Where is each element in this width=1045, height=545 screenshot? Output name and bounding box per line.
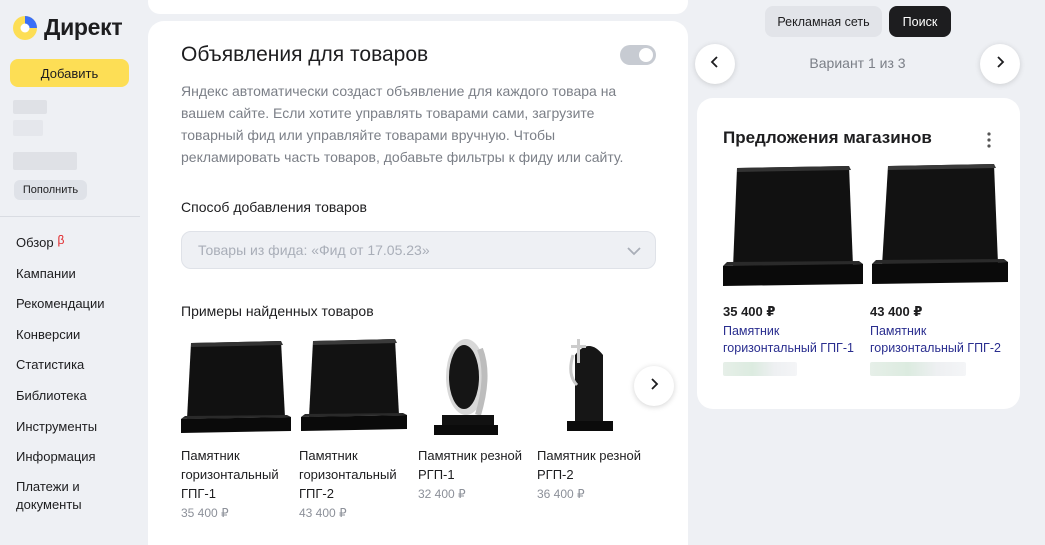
sidebar-item-label: Информация [16, 449, 96, 465]
preview-title: Предложения магазинов [723, 128, 932, 147]
toggle-knob [639, 48, 653, 62]
product-info: Памятник горизонтальный ГПГ-1 35 400 ₽ [181, 446, 291, 523]
sidebar-item-label: Статистика [16, 357, 85, 373]
variant-prev-button[interactable] [695, 44, 735, 84]
account-info-blurred-2 [13, 120, 43, 136]
product-image [299, 335, 409, 440]
logo[interactable]: Директ [12, 14, 123, 41]
offer-link[interactable]: Памятник горизонтальный ГПГ-1 [723, 323, 863, 357]
sidebar-item-label: Обзор [16, 235, 54, 250]
offer-card[interactable]: 35 400 ₽ Памятник горизонтальный ГПГ-1 [723, 158, 863, 376]
product-price: 36 400 ₽ [537, 487, 585, 501]
product-name: Памятник горизонтальный ГПГ-1 [181, 448, 279, 501]
chevron-down-icon [625, 242, 643, 263]
product-info: Памятник резной РГП-2 36 400 ₽ [537, 446, 647, 504]
product-ads-card: Объявления для товаров Яндекс автоматиче… [148, 21, 688, 545]
add-button[interactable]: Добавить [10, 59, 129, 87]
product-price: 35 400 ₽ [181, 506, 229, 520]
tab-search[interactable]: Поиск [889, 6, 951, 37]
product-image [537, 335, 647, 440]
chevron-right-icon [647, 377, 661, 396]
balance-blurred [13, 152, 77, 170]
product-card[interactable]: Памятник резной РГП-1 32 400 ₽ [418, 335, 528, 501]
offer-card[interactable]: 43 400 ₽ Памятник горизонтальный ГПГ-2 [870, 158, 1010, 376]
sidebar-item-payments[interactable]: Платежи и документы [16, 478, 116, 518]
offer-image [870, 158, 1010, 296]
method-select[interactable]: Товары из фида: «Фид от 17.05.23» [181, 231, 656, 269]
account-info-blurred [13, 100, 47, 114]
more-vertical-icon[interactable] [987, 132, 991, 153]
product-name: Памятник горизонтальный ГПГ-2 [299, 448, 397, 501]
sidebar-item-recommendations[interactable]: Рекомендации [16, 294, 116, 325]
product-price: 43 400 ₽ [299, 506, 347, 520]
sidebar-item-tools[interactable]: Инструменты [16, 417, 116, 448]
examples-label: Примеры найденных товаров [181, 303, 374, 319]
product-name: Памятник резной РГП-1 [418, 448, 523, 482]
product-image [418, 335, 528, 440]
sidebar-item-campaigns[interactable]: Кампании [16, 264, 116, 295]
sidebar-divider [0, 216, 140, 217]
sidebar-item-conversions[interactable]: Конверсии [16, 325, 116, 356]
sidebar-item-overview[interactable]: Обзор β [16, 233, 116, 264]
topup-button[interactable]: Пополнить [14, 180, 87, 200]
sidebar-item-label: Кампании [16, 265, 76, 281]
product-info: Памятник резной РГП-1 32 400 ₽ [418, 446, 528, 504]
previous-card [148, 0, 688, 14]
sidebar: Директ Добавить Пополнить Обзор β Кампан… [0, 0, 140, 545]
sidebar-item-statistics[interactable]: Статистика [16, 355, 116, 386]
method-select-value: Товары из фида: «Фид от 17.05.23» [198, 242, 430, 258]
ad-preview-card: Предложения магазинов 35 400 ₽ Памятник … [697, 98, 1020, 409]
sidebar-item-label: Рекомендации [16, 296, 105, 312]
sidebar-item-information[interactable]: Информация [16, 447, 116, 478]
sidebar-item-label: Инструменты [16, 418, 98, 434]
product-ads-toggle[interactable] [620, 45, 656, 65]
sidebar-item-label: Библиотека [16, 387, 87, 403]
logo-text: Директ [44, 14, 123, 40]
variant-counter: Вариант 1 из 3 [809, 55, 906, 71]
beta-badge: β [57, 233, 65, 247]
sidebar-item-label: Конверсии [16, 326, 81, 342]
chevron-right-icon [993, 55, 1007, 74]
offer-price: 43 400 ₽ [870, 304, 923, 319]
method-label: Способ добавления товаров [181, 199, 367, 215]
offer-store-blurred [870, 362, 966, 376]
offer-store-blurred [723, 362, 797, 376]
product-price: 32 400 ₽ [418, 487, 466, 501]
products-next-button[interactable] [634, 366, 674, 406]
offer-image [723, 158, 863, 296]
offer-price: 35 400 ₽ [723, 304, 776, 319]
chevron-left-icon [708, 55, 722, 74]
product-image [181, 335, 291, 440]
sidebar-item-label: Платежи и документы [16, 478, 82, 512]
direct-logo-icon [12, 15, 38, 41]
product-name: Памятник резной РГП-2 [537, 448, 642, 482]
offer-link[interactable]: Памятник горизонтальный ГПГ-2 [870, 323, 1010, 357]
product-info: Памятник горизонтальный ГПГ-2 43 400 ₽ [299, 446, 409, 523]
product-card[interactable]: Памятник горизонтальный ГПГ-1 35 400 ₽ [181, 335, 291, 520]
sidebar-nav: Обзор β Кампании Рекомендации Конверсии … [16, 233, 116, 518]
product-card[interactable]: Памятник резной РГП-2 36 400 ₽ [537, 335, 647, 501]
card-title: Объявления для товаров [181, 43, 429, 66]
tab-network[interactable]: Рекламная сеть [765, 6, 882, 37]
variant-next-button[interactable] [980, 44, 1020, 84]
sidebar-item-library[interactable]: Библиотека [16, 386, 116, 417]
card-description: Яндекс автоматически создаст объявление … [181, 83, 624, 165]
product-card[interactable]: Памятник горизонтальный ГПГ-2 43 400 ₽ [299, 335, 409, 520]
